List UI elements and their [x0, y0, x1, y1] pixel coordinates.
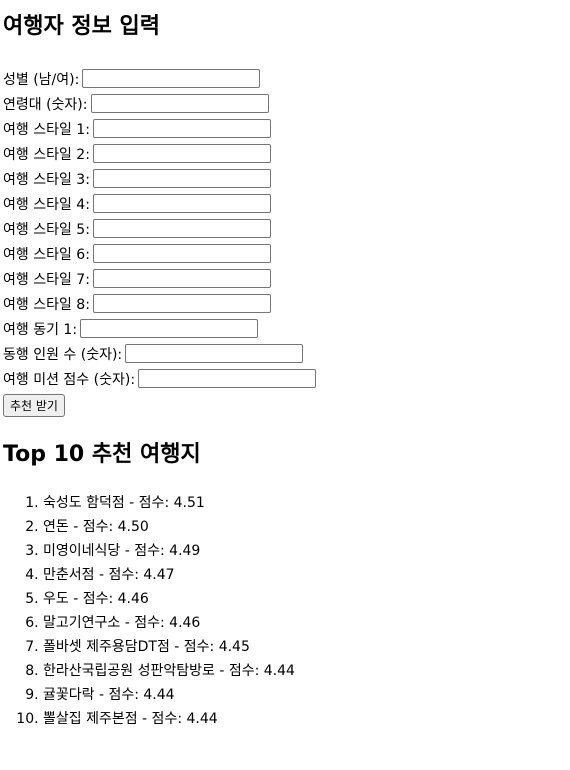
field-row-style-7: 여행 스타일 7:: [3, 266, 316, 291]
field-row-style-4: 여행 스타일 4:: [3, 191, 316, 216]
gender-label: 성별 (남/여):: [3, 71, 80, 88]
recommendation-item: 말고기연구소 - 점수: 4.46: [43, 611, 295, 635]
field-row-style-5: 여행 스타일 5:: [3, 216, 316, 241]
get-recommendations-button[interactable]: 추천 받기: [3, 393, 65, 417]
field-row-style-3: 여행 스타일 3:: [3, 166, 316, 191]
motive-1-label: 여행 동기 1:: [3, 321, 78, 338]
submit-row: 추천 받기: [3, 392, 316, 418]
style-2-input[interactable]: [92, 144, 271, 163]
age-input[interactable]: [90, 94, 269, 113]
style-5-label: 여행 스타일 5:: [3, 221, 90, 238]
field-row-style-8: 여행 스타일 8:: [3, 291, 316, 316]
companions-input[interactable]: [125, 344, 304, 363]
style-4-input[interactable]: [92, 194, 271, 213]
field-row-style-1: 여행 스타일 1:: [3, 116, 316, 141]
recommendation-item: 폴바셋 제주용담DT점 - 점수: 4.45: [43, 635, 295, 659]
recommendation-item: 숙성도 함덕점 - 점수: 4.51: [43, 491, 295, 515]
field-row-companions: 동행 인원 수 (숫자):: [3, 341, 316, 366]
companions-label: 동행 인원 수 (숫자):: [3, 346, 123, 363]
style-4-label: 여행 스타일 4:: [3, 196, 90, 213]
style-3-input[interactable]: [92, 169, 271, 188]
recommendation-item: 귤꽃다락 - 점수: 4.44: [43, 683, 295, 707]
recommendation-item: 한라산국립공원 성판악탐방로 - 점수: 4.44: [43, 659, 295, 683]
style-6-input[interactable]: [92, 244, 271, 263]
age-label: 연령대 (숫자):: [3, 96, 88, 113]
style-1-label: 여행 스타일 1:: [3, 121, 90, 138]
gender-input[interactable]: [82, 69, 261, 88]
style-5-input[interactable]: [92, 219, 271, 238]
style-7-label: 여행 스타일 7:: [3, 271, 90, 288]
mission-score-label: 여행 미션 점수 (숫자):: [3, 371, 136, 388]
recommendation-list: 숙성도 함덕점 - 점수: 4.51 연돈 - 점수: 4.50 미영이네식당 …: [3, 491, 295, 731]
field-row-mission-score: 여행 미션 점수 (숫자):: [3, 366, 317, 391]
traveler-form: 성별 (남/여): 연령대 (숫자): 여행 스타일 1: 여행 스타일 2: …: [3, 66, 317, 418]
field-row-style-2: 여행 스타일 2:: [3, 141, 316, 166]
style-3-label: 여행 스타일 3:: [3, 171, 90, 188]
style-8-label: 여행 스타일 8:: [3, 296, 90, 313]
recommendation-item: 뽈살집 제주본점 - 점수: 4.44: [43, 707, 295, 731]
motive-1-input[interactable]: [80, 319, 259, 338]
mission-score-input[interactable]: [138, 369, 317, 388]
style-7-input[interactable]: [92, 269, 271, 288]
form-title: 여행자 정보 입력: [3, 14, 160, 39]
results-title: Top 10 추천 여행지: [3, 442, 201, 467]
field-row-motive-1: 여행 동기 1:: [3, 316, 316, 341]
field-row-style-6: 여행 스타일 6:: [3, 241, 316, 266]
style-6-label: 여행 스타일 6:: [3, 246, 90, 263]
style-2-label: 여행 스타일 2:: [3, 146, 90, 163]
style-8-input[interactable]: [92, 294, 271, 313]
style-1-input[interactable]: [92, 119, 271, 138]
field-row-age: 연령대 (숫자):: [3, 91, 316, 116]
recommendation-item: 우도 - 점수: 4.46: [43, 587, 295, 611]
recommendation-item: 연돈 - 점수: 4.50: [43, 515, 295, 539]
recommendation-item: 미영이네식당 - 점수: 4.49: [43, 539, 295, 563]
field-row-gender: 성별 (남/여):: [3, 66, 316, 91]
recommendation-item: 만춘서점 - 점수: 4.47: [43, 563, 295, 587]
